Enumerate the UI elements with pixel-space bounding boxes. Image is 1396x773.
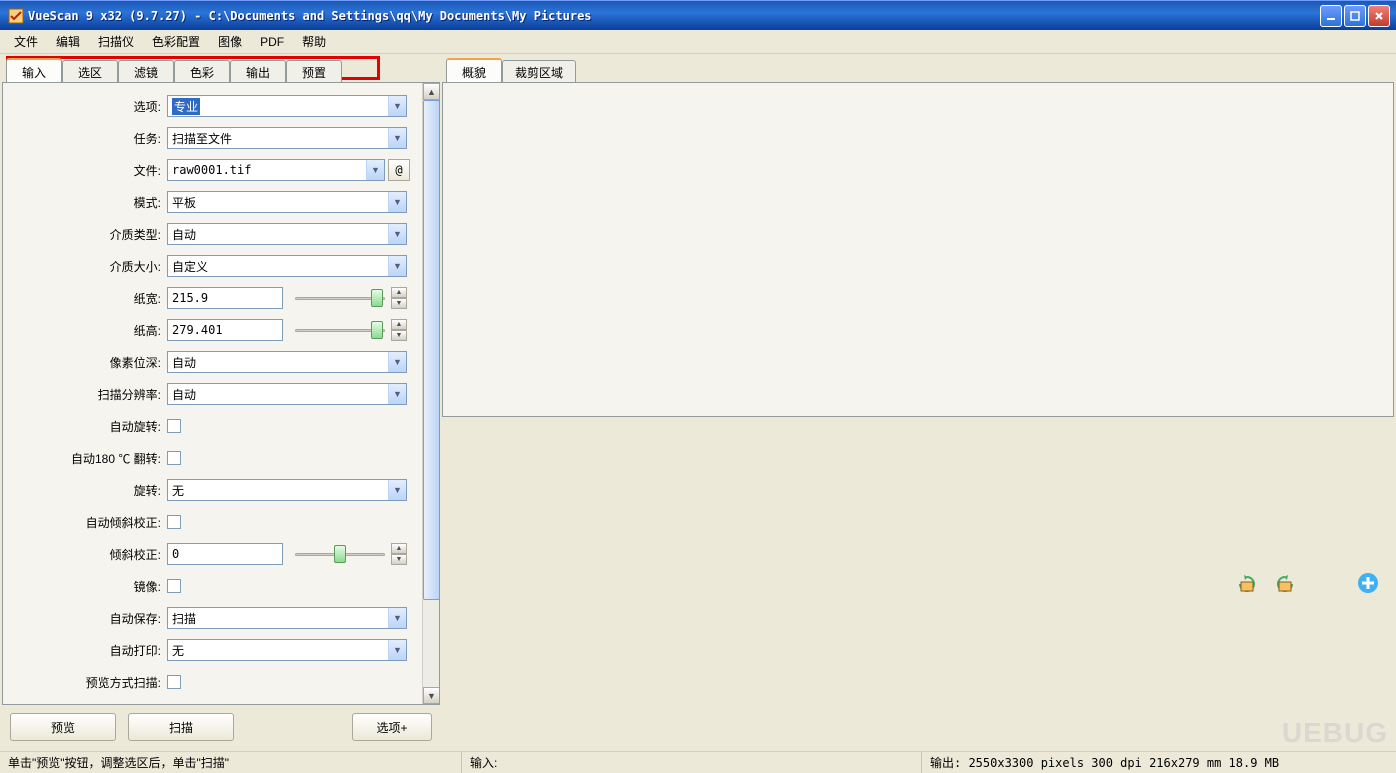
dropdown-media-size[interactable]: 自定义▼ (167, 255, 407, 277)
dropdown-auto-save[interactable]: 扫描▼ (167, 607, 407, 629)
rotate-left-button[interactable] (1232, 571, 1260, 595)
checkbox-auto-180[interactable] (167, 451, 181, 465)
label-resolution: 扫描分辨率: (7, 386, 167, 403)
window-title: VueScan 9 x32 (9.7.27) - C:\Documents an… (28, 9, 1320, 23)
status-output: 输出: 2550x3300 pixels 300 dpi 216x279 mm … (922, 752, 1396, 773)
tab-output[interactable]: 输出 (230, 60, 286, 82)
spinner-height[interactable]: ▲▼ (391, 319, 407, 341)
rotate-right-button[interactable] (1272, 571, 1300, 595)
checkbox-auto-deskew[interactable] (167, 515, 181, 529)
chevron-down-icon: ▼ (388, 352, 406, 372)
slider-deskew[interactable] (295, 544, 385, 564)
label-preview-scan: 预览方式扫描: (7, 674, 167, 691)
input-width[interactable]: 215.9 (167, 287, 283, 309)
at-button[interactable]: @ (388, 159, 410, 181)
label-auto-180: 自动180 ℃ 翻转: (7, 450, 167, 467)
menu-file[interactable]: 文件 (6, 31, 46, 52)
dropdown-mode[interactable]: 平板▼ (167, 191, 407, 213)
chevron-down-icon: ▼ (366, 160, 384, 180)
label-file: 文件: (7, 162, 167, 179)
tab-color[interactable]: 色彩 (174, 60, 230, 82)
dropdown-resolution[interactable]: 自动▼ (167, 383, 407, 405)
chevron-down-icon: ▼ (388, 480, 406, 500)
input-height[interactable]: 279.401 (167, 319, 283, 341)
spinner-width[interactable]: ▲▼ (391, 287, 407, 309)
label-bit-depth: 像素位深: (7, 354, 167, 371)
chevron-down-icon: ▼ (388, 96, 406, 116)
dropdown-rotate[interactable]: 无▼ (167, 479, 407, 501)
titlebar: VueScan 9 x32 (9.7.27) - C:\Documents an… (0, 0, 1396, 30)
label-mode: 模式: (7, 194, 167, 211)
label-task: 任务: (7, 130, 167, 147)
options-plus-button[interactable]: 选项+ (352, 713, 432, 741)
dropdown-options[interactable]: 专业▼ (167, 95, 407, 117)
dropdown-file[interactable]: raw0001.tif▼ (167, 159, 385, 181)
scroll-up-icon[interactable]: ▲ (423, 83, 440, 100)
checkbox-auto-rotate[interactable] (167, 419, 181, 433)
label-rotate: 旋转: (7, 482, 167, 499)
menu-color[interactable]: 色彩配置 (144, 31, 208, 52)
spinner-deskew[interactable]: ▲▼ (391, 543, 407, 565)
slider-width[interactable] (295, 288, 385, 308)
label-auto-save: 自动保存: (7, 610, 167, 627)
tab-crop-area[interactable]: 裁剪区域 (502, 60, 576, 82)
tab-filter[interactable]: 滤镜 (118, 60, 174, 82)
preview-button[interactable]: 预览 (10, 713, 116, 741)
status-hint: 单击"预览"按钮，调整选区后，单击"扫描" (0, 752, 462, 773)
minimize-button[interactable] (1320, 5, 1342, 27)
menu-image[interactable]: 图像 (210, 31, 250, 52)
menu-scanner[interactable]: 扫描仪 (90, 31, 142, 52)
dropdown-task[interactable]: 扫描至文件▼ (167, 127, 407, 149)
dropdown-auto-print[interactable]: 无▼ (167, 639, 407, 661)
label-media-size: 介质大小: (7, 258, 167, 275)
chevron-down-icon: ▼ (388, 192, 406, 212)
dropdown-bit-depth[interactable]: 自动▼ (167, 351, 407, 373)
menu-pdf[interactable]: PDF (252, 33, 292, 51)
tab-crop[interactable]: 选区 (62, 60, 118, 82)
left-tabs: 输入 选区 滤镜 色彩 输出 预置 (2, 56, 440, 82)
app-icon (8, 8, 24, 24)
scrollbar-thumb[interactable] (423, 100, 440, 600)
slider-height[interactable] (295, 320, 385, 340)
label-options: 选项: (7, 98, 167, 115)
chevron-down-icon: ▼ (388, 640, 406, 660)
scroll-down-icon[interactable]: ▼ (423, 687, 440, 704)
tab-overview[interactable]: 概貌 (446, 58, 502, 82)
menubar: 文件 编辑 扫描仪 色彩配置 图像 PDF 帮助 (0, 30, 1396, 54)
menu-help[interactable]: 帮助 (294, 31, 334, 52)
preview-area (442, 82, 1394, 417)
label-auto-deskew: 自动倾斜校正: (7, 514, 167, 531)
label-auto-print: 自动打印: (7, 642, 167, 659)
label-width: 纸宽: (7, 290, 167, 307)
menu-edit[interactable]: 编辑 (48, 31, 88, 52)
statusbar: 单击"预览"按钮，调整选区后，单击"扫描" 输入: 输出: 2550x3300 … (0, 751, 1396, 773)
label-deskew: 倾斜校正: (7, 546, 167, 563)
checkbox-mirror[interactable] (167, 579, 181, 593)
status-input: 输入: (462, 752, 922, 773)
maximize-button[interactable] (1344, 5, 1366, 27)
chevron-down-icon: ▼ (388, 128, 406, 148)
left-panel-body: 选项: 专业▼ 任务: 扫描至文件▼ 文件: raw0001.tif▼ @ 模式… (2, 82, 440, 705)
tab-input[interactable]: 输入 (6, 58, 62, 82)
chevron-down-icon: ▼ (388, 608, 406, 628)
add-button[interactable] (1354, 571, 1382, 595)
label-mirror: 镜像: (7, 578, 167, 595)
chevron-down-icon: ▼ (388, 256, 406, 276)
tab-preset[interactable]: 预置 (286, 60, 342, 82)
input-deskew[interactable]: 0 (167, 543, 283, 565)
chevron-down-icon: ▼ (388, 224, 406, 244)
scan-button[interactable]: 扫描 (128, 713, 234, 741)
chevron-down-icon: ▼ (388, 384, 406, 404)
right-tabs: 概貌 裁剪区域 (442, 56, 1394, 82)
label-media-type: 介质类型: (7, 226, 167, 243)
scrollbar[interactable]: ▲ ▼ (422, 83, 439, 704)
label-auto-rotate: 自动旋转: (7, 418, 167, 435)
checkbox-preview-scan[interactable] (167, 675, 181, 689)
dropdown-media-type[interactable]: 自动▼ (167, 223, 407, 245)
label-height: 纸高: (7, 322, 167, 339)
close-button[interactable] (1368, 5, 1390, 27)
